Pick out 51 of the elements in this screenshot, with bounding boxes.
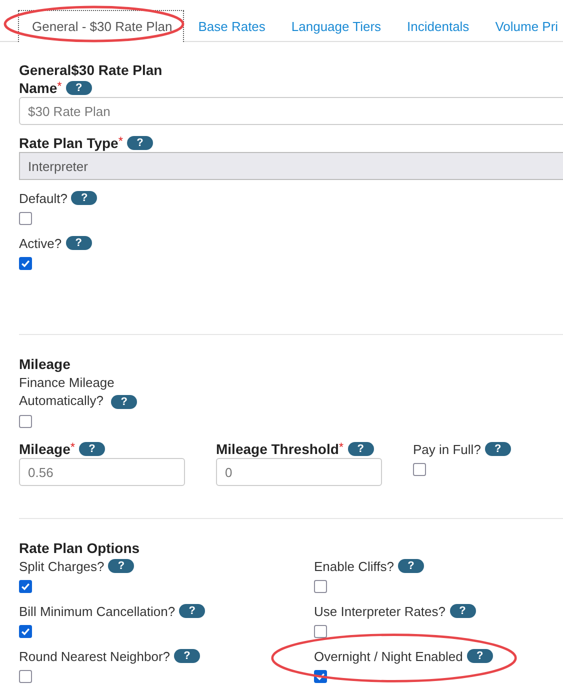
checkbox[interactable] (19, 625, 32, 638)
option-label: Overnight / Night Enabled (314, 648, 463, 664)
tab[interactable]: Base Rates (184, 10, 278, 42)
section-heading: Mileage (19, 355, 72, 373)
help-badge[interactable]: ? (71, 191, 98, 205)
help-badge[interactable]: ? (348, 442, 374, 456)
help-badge[interactable]: ? (174, 649, 200, 663)
field-label: Rate Plan Type (19, 135, 118, 151)
help-badge[interactable]: ? (484, 442, 511, 456)
checkbox[interactable] (19, 415, 32, 428)
required-mark: * (57, 79, 62, 93)
help-badge[interactable]: ? (79, 442, 106, 456)
field-label: Pay in Full? (413, 442, 481, 456)
option-label: Enable Cliffs? (314, 558, 394, 574)
checkbox[interactable] (314, 625, 327, 638)
help-badge[interactable]: ? (66, 236, 92, 250)
tab[interactable]: Incidentals (393, 10, 482, 42)
field-label: Name (19, 80, 58, 96)
tab[interactable]: Language Tiers (277, 10, 394, 42)
input-field[interactable]: 0 (216, 458, 382, 486)
input-field[interactable]: 0.56 (19, 458, 185, 486)
option-label: Use Interpreter Rates? (314, 604, 446, 618)
option-label: Split Charges? (19, 558, 104, 574)
field-label: Active? (19, 236, 62, 250)
checkbox[interactable] (19, 670, 32, 683)
section-heading: General$30 Rate Plan (19, 61, 164, 79)
tab[interactable]: Volume Pri (481, 10, 563, 42)
option-label: Bill Minimum Cancellation? (19, 604, 176, 618)
help-badge[interactable]: ? (450, 604, 476, 618)
checkbox[interactable] (19, 212, 32, 225)
checkbox[interactable] (19, 580, 32, 593)
help-badge[interactable]: ? (127, 136, 153, 150)
field-label: Default? (19, 190, 68, 206)
checkbox[interactable] (413, 463, 426, 476)
section-heading: Rate Plan Options (19, 539, 141, 557)
help-badge[interactable]: ? (111, 394, 138, 409)
field-label: Mileage Threshold (216, 441, 339, 457)
input-field[interactable]: $30 Rate Plan (19, 97, 563, 125)
type-select[interactable]: Interpreter (19, 152, 563, 180)
help-badge[interactable]: ? (179, 604, 206, 618)
help-badge[interactable]: ? (398, 559, 424, 573)
required-mark: * (118, 134, 123, 148)
checkbox[interactable] (19, 257, 32, 270)
option-label: Round Nearest Neighbor? (19, 648, 170, 664)
help-badge[interactable]: ? (466, 649, 493, 663)
checkbox[interactable] (314, 580, 327, 593)
help-badge[interactable]: ? (108, 559, 134, 573)
help-badge[interactable]: ? (66, 81, 92, 95)
required-mark: * (70, 440, 76, 454)
field-label: Mileage (19, 441, 70, 457)
required-mark: * (338, 440, 344, 454)
